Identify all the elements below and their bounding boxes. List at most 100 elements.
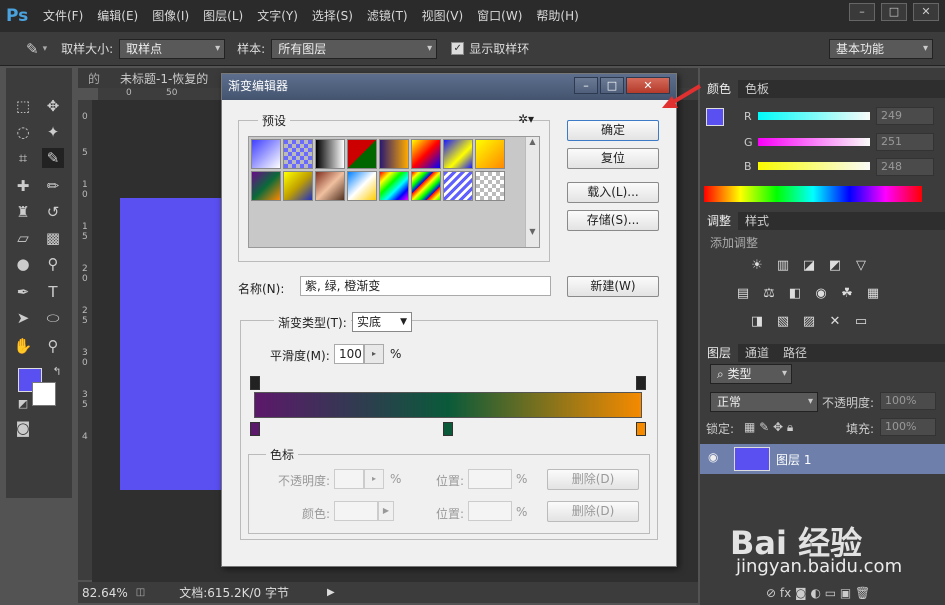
color-lookup-icon[interactable]: ▦ <box>864 286 882 302</box>
menu-window[interactable]: 窗口(W) <box>470 0 529 32</box>
marquee-tool-icon[interactable]: ⬚ <box>12 96 34 116</box>
status-menu-arrow-icon[interactable]: ▶ <box>327 587 335 598</box>
color-stop-purple[interactable] <box>250 422 260 436</box>
default-colors-icon[interactable]: ◩ <box>12 394 34 414</box>
opacity-input[interactable]: 100% <box>880 392 936 410</box>
status-settings-icon[interactable]: ◫ <box>136 587 145 598</box>
quick-mask-icon[interactable]: ◙ <box>12 418 34 438</box>
black-white-icon[interactable]: ◧ <box>786 286 804 302</box>
vibrance-icon[interactable]: ▽ <box>852 258 870 274</box>
tab-paths[interactable]: 路径 <box>776 344 814 362</box>
channel-g-input[interactable]: 251 <box>876 133 934 151</box>
gradient-type-select[interactable]: 实底 ▼ <box>352 312 412 332</box>
preset-swatch[interactable] <box>315 171 345 201</box>
preset-swatch[interactable] <box>379 171 409 201</box>
move-tool-icon[interactable]: ✥ <box>42 96 64 116</box>
channel-g-slider[interactable] <box>758 138 870 146</box>
smoothness-arrow-icon[interactable]: ▸ <box>364 344 384 364</box>
swap-colors-icon[interactable]: ↰ <box>46 362 68 382</box>
tool-preset-chevron-icon[interactable]: ▾ <box>43 44 48 54</box>
ok-button[interactable]: 确定 <box>567 120 659 141</box>
workspace-select[interactable]: 基本功能 <box>829 39 933 59</box>
zoom-tool-icon[interactable]: ⚲ <box>42 336 64 356</box>
layer-row[interactable]: ◉ 图层 1 <box>700 444 945 474</box>
sample-select[interactable]: 所有图层 <box>271 38 438 59</box>
magic-wand-tool-icon[interactable]: ✦ <box>42 122 64 142</box>
dialog-restore-button[interactable]: □ <box>600 77 624 94</box>
presets-list[interactable]: ▲ ▼ <box>248 136 540 248</box>
color-spectrum-bar[interactable] <box>704 186 922 202</box>
eyedropper-icon[interactable]: ✎ <box>26 40 39 58</box>
tab-styles[interactable]: 样式 <box>738 212 776 230</box>
type-tool-icon[interactable]: T <box>42 282 64 302</box>
layer-name[interactable]: 图层 1 <box>776 451 811 468</box>
menu-help[interactable]: 帮助(H) <box>529 0 585 32</box>
preset-swatch[interactable] <box>443 171 473 201</box>
eraser-tool-icon[interactable]: ▱ <box>12 228 34 248</box>
restore-button[interactable]: □ <box>881 3 907 21</box>
threshold-icon[interactable]: ▨ <box>800 314 818 330</box>
preset-swatch[interactable] <box>475 139 505 169</box>
preset-swatch[interactable] <box>443 139 473 169</box>
preset-swatch[interactable] <box>283 171 313 201</box>
zoom-level[interactable]: 82.64% <box>82 586 128 600</box>
menu-select[interactable]: 选择(S) <box>305 0 360 32</box>
save-button[interactable]: 存储(S)... <box>567 210 659 231</box>
preset-swatch[interactable] <box>411 139 441 169</box>
lasso-tool-icon[interactable]: ◌ <box>12 122 34 142</box>
tab-layers[interactable]: 图层 <box>700 344 739 362</box>
menu-type[interactable]: 文字(Y) <box>250 0 305 32</box>
posterize-icon[interactable]: ▧ <box>774 314 792 330</box>
blur-tool-icon[interactable]: ● <box>12 254 34 274</box>
pen-tool-icon[interactable]: ✒ <box>12 282 34 302</box>
smoothness-input[interactable]: 100 <box>334 344 364 364</box>
levels-icon[interactable]: ▥ <box>774 258 792 274</box>
preset-swatch[interactable] <box>315 139 345 169</box>
selective-color-icon[interactable]: ✕ <box>826 314 844 330</box>
color-stop-green[interactable] <box>443 422 453 436</box>
stop-opacity-arrow-icon[interactable]: ▸ <box>364 469 384 489</box>
presets-menu-gear-icon[interactable]: ✲▾ <box>518 112 534 126</box>
crop-tool-icon[interactable]: ⌗ <box>12 148 34 168</box>
tab-swatches[interactable]: 色板 <box>738 80 776 98</box>
channel-b-input[interactable]: 248 <box>876 158 934 176</box>
tab-current[interactable]: 未标题-1-恢复的 <box>110 70 218 87</box>
ellipse-tool-icon[interactable]: ⬭ <box>42 308 64 328</box>
opacity-stop-left[interactable] <box>250 376 260 390</box>
preset-swatch[interactable] <box>379 139 409 169</box>
brush-tool-icon[interactable]: ✏ <box>42 176 64 196</box>
delete-opacity-stop-button[interactable]: 删除(D) <box>547 469 639 490</box>
delete-color-stop-button[interactable]: 删除(D) <box>547 501 639 522</box>
blend-mode-select[interactable]: 正常 <box>710 392 818 412</box>
gradient-tool-icon[interactable]: ▩ <box>42 228 64 248</box>
close-button[interactable]: ✕ <box>913 3 939 21</box>
background-color-swatch[interactable] <box>32 382 56 406</box>
fill-input[interactable]: 100% <box>880 418 936 436</box>
path-selection-tool-icon[interactable]: ➤ <box>12 308 34 328</box>
gradient-preview-bar[interactable] <box>254 392 642 418</box>
menu-edit[interactable]: 编辑(E) <box>90 0 145 32</box>
load-button[interactable]: 载入(L)... <box>567 182 659 203</box>
history-brush-tool-icon[interactable]: ↺ <box>42 202 64 222</box>
preset-swatch[interactable] <box>475 171 505 201</box>
channel-b-slider[interactable] <box>758 162 870 170</box>
stop-color-position-input[interactable] <box>468 501 512 521</box>
name-input[interactable]: 紫, 绿, 橙渐变 <box>300 276 551 296</box>
color-stop-orange[interactable] <box>636 422 646 436</box>
tab-adjustments[interactable]: 调整 <box>700 212 739 230</box>
menu-file[interactable]: 文件(F) <box>36 0 90 32</box>
menu-image[interactable]: 图像(I) <box>145 0 196 32</box>
menu-layer[interactable]: 图层(L) <box>196 0 250 32</box>
panel-foreground-swatch[interactable] <box>706 108 724 126</box>
stop-opacity-input[interactable] <box>334 469 364 489</box>
dodge-tool-icon[interactable]: ⚲ <box>42 254 64 274</box>
dialog-minimize-button[interactable]: – <box>574 77 598 94</box>
sample-size-select[interactable]: 取样点 <box>119 38 226 59</box>
hand-tool-icon[interactable]: ✋ <box>12 336 34 356</box>
channel-r-input[interactable]: 249 <box>876 107 934 125</box>
presets-scrollbar[interactable]: ▲ ▼ <box>525 137 539 247</box>
minimize-button[interactable]: – <box>849 3 875 21</box>
opacity-stop-right[interactable] <box>636 376 646 390</box>
photo-filter-icon[interactable]: ◉ <box>812 286 830 302</box>
hue-saturation-icon[interactable]: ▤ <box>734 286 752 302</box>
